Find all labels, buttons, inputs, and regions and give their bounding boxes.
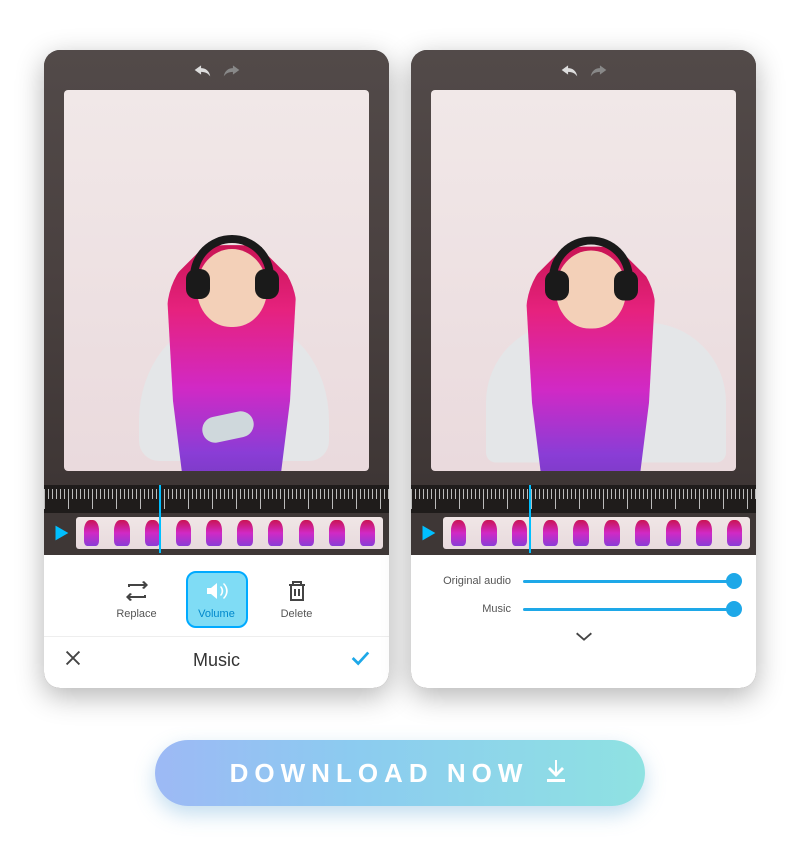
slider-track[interactable] [523,608,734,611]
original-audio-slider[interactable]: Original audio [433,575,734,587]
download-icon [542,757,570,790]
timeline-thumbnail[interactable] [352,517,383,549]
timeline-thumbnail[interactable] [137,517,168,549]
app-promo-panel: Replace Volume Delete Music [20,20,780,718]
timeline-thumbnails[interactable] [443,517,750,549]
undo-redo-bar [411,50,756,90]
confirm-icon[interactable] [349,647,371,674]
section-bar: Music [44,636,389,680]
timeline-thumbnails[interactable] [76,517,383,549]
timeline-thumbnail[interactable] [535,517,566,549]
timeline-ruler[interactable] [411,485,756,513]
undo-icon[interactable] [191,61,213,84]
timeline-thumbnail[interactable] [107,517,138,549]
playhead[interactable] [159,485,161,553]
play-icon[interactable] [417,522,439,544]
playhead[interactable] [529,485,531,553]
editor-preview-area [411,50,756,485]
download-now-button[interactable]: DOWNLOAD NOW [155,740,645,806]
timeline-thumbnail[interactable] [443,517,474,549]
music-slider[interactable]: Music [433,603,734,615]
timeline-thumbnail[interactable] [689,517,720,549]
timeline-thumbnail[interactable] [230,517,261,549]
section-title: Music [193,650,240,671]
phone-screen-right: Original audio Music [411,50,756,688]
timeline-thumbnail[interactable] [658,517,689,549]
video-preview[interactable] [431,90,736,471]
cta-label: DOWNLOAD NOW [230,758,529,789]
delete-label: Delete [281,608,313,620]
timeline-thumbnail[interactable] [199,517,230,549]
timeline[interactable] [44,513,389,555]
undo-icon[interactable] [558,61,580,84]
play-icon[interactable] [50,522,72,544]
music-label: Music [433,603,511,615]
timeline-thumbnail[interactable] [566,517,597,549]
timeline[interactable] [411,513,756,555]
timeline-thumbnail[interactable] [322,517,353,549]
preview-image [431,90,736,471]
phone-screen-left: Replace Volume Delete Music [44,50,389,688]
volume-sliders-panel: Original audio Music [411,555,756,688]
timeline-thumbnail[interactable] [474,517,505,549]
music-actions: Replace Volume Delete [44,567,389,636]
timeline-thumbnail[interactable] [719,517,750,549]
timeline-thumbnail[interactable] [260,517,291,549]
slider-track[interactable] [523,580,734,583]
music-tools-panel: Replace Volume Delete Music [44,555,389,688]
timeline-thumbnail[interactable] [76,517,107,549]
undo-redo-bar [44,50,389,90]
volume-label: Volume [198,608,235,620]
volume-button[interactable]: Volume [186,571,248,628]
original-audio-label: Original audio [433,575,511,587]
chevron-down-icon[interactable] [573,630,595,647]
timeline-thumbnail[interactable] [627,517,658,549]
editor-preview-area [44,50,389,485]
timeline-ruler[interactable] [44,485,389,513]
slider-thumb[interactable] [726,601,742,617]
redo-icon[interactable] [221,61,243,84]
slider-thumb[interactable] [726,573,742,589]
timeline-thumbnail[interactable] [597,517,628,549]
delete-button[interactable]: Delete [266,571,328,628]
timeline-thumbnail[interactable] [291,517,322,549]
replace-button[interactable]: Replace [106,571,168,628]
redo-icon[interactable] [588,61,610,84]
video-preview[interactable] [64,90,369,471]
replace-label: Replace [116,608,156,620]
timeline-thumbnail[interactable] [168,517,199,549]
preview-image [64,90,369,471]
close-icon[interactable] [62,647,84,674]
